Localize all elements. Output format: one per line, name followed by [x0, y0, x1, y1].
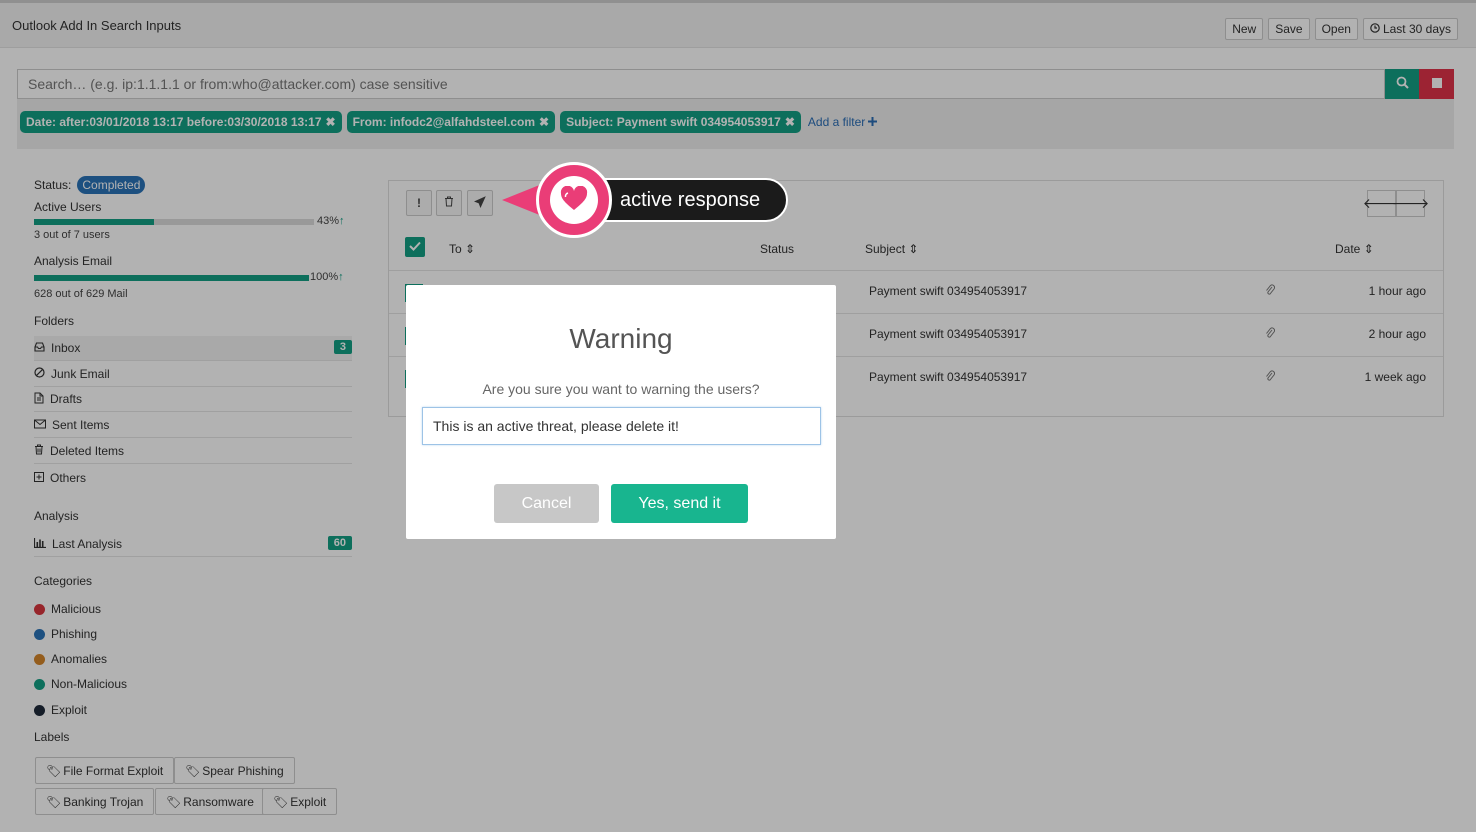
callout-badge — [536, 162, 612, 238]
warning-modal: Warning Are you sure you want to warning… — [406, 285, 836, 539]
confirm-send-button[interactable]: Yes, send it — [611, 484, 748, 523]
heart-icon — [560, 185, 588, 215]
modal-title: Warning — [569, 323, 673, 354]
modal-message: Are you sure you want to warning the use… — [482, 381, 760, 397]
active-response-callout: active response — [502, 162, 792, 238]
callout-text: active response — [620, 188, 761, 211]
cancel-button[interactable]: Cancel — [494, 484, 599, 523]
warning-message-input[interactable] — [422, 407, 821, 445]
callout-badge-inner — [550, 176, 598, 224]
